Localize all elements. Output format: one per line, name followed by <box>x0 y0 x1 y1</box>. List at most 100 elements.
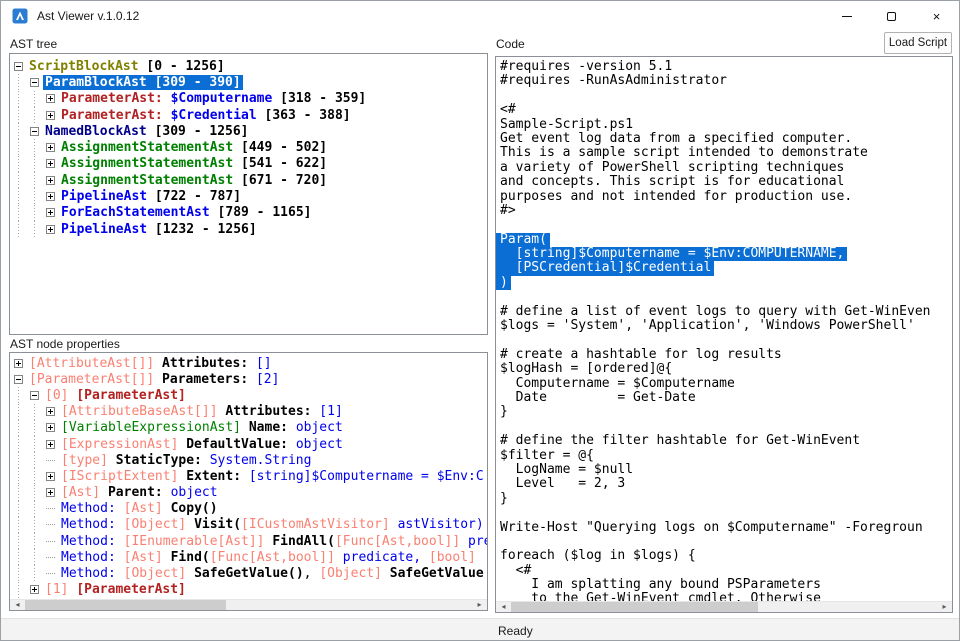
scroll-left-arrow-icon[interactable]: ◂ <box>10 600 25 610</box>
expander-minus-icon[interactable] <box>14 375 23 384</box>
code-line[interactable] <box>496 218 952 232</box>
maximize-button[interactable] <box>869 1 914 31</box>
ast-property-node-text[interactable]: Method: [IEnumerable[Ast]] FindAll([Func… <box>59 534 488 549</box>
code-line[interactable] <box>496 535 952 549</box>
ast-property-node-text[interactable]: Method: [Object] Visit([ICustomAstVisito… <box>59 517 486 532</box>
expander-plus-icon[interactable] <box>46 208 55 217</box>
expander-plus-icon[interactable] <box>46 143 55 152</box>
expander-plus-icon[interactable] <box>46 225 55 234</box>
scrollbar-thumb[interactable] <box>25 600 226 610</box>
code-line[interactable] <box>496 420 952 434</box>
code-line[interactable]: $logHash = [ordered]@{ <box>496 362 952 376</box>
code-line[interactable]: ) <box>496 276 952 290</box>
ast-property-node-text[interactable]: Method: [Ast] Find([Func[Ast,bool]] pred… <box>59 550 478 565</box>
ast-tree-node-text[interactable]: ParameterAst: $Computername [318 - 359] <box>59 91 368 106</box>
load-script-button[interactable]: Load Script <box>884 32 952 54</box>
ast-tree-node-text[interactable]: AssignmentStatementAst [671 - 720] <box>59 173 329 188</box>
code-line[interactable]: #requires -version 5.1 <box>496 60 952 74</box>
ast-property-node[interactable]: [AttributeBaseAst[]] Attributes: [1] <box>14 404 487 420</box>
ast-tree-node-text[interactable]: ParameterAst: $Credential [363 - 388] <box>59 108 353 123</box>
ast-tree-node[interactable]: ScriptBlockAst [0 - 1256] <box>14 58 487 74</box>
code-line[interactable]: Param( <box>496 233 952 247</box>
code-line[interactable]: Level = 2, 3 <box>496 477 952 491</box>
expander-minus-icon[interactable] <box>14 62 23 71</box>
expander-plus-icon[interactable] <box>46 159 55 168</box>
ast-property-node[interactable]: [IScriptExtent] Extent: [string]$Compute… <box>14 468 487 484</box>
ast-tree-node-text[interactable]: PipelineAst [1232 - 1256] <box>59 222 259 237</box>
expander-plus-icon[interactable] <box>46 407 55 416</box>
ast-property-node-text[interactable]: [VariableExpressionAst] Name: object <box>59 420 345 435</box>
ast-tree-node-text[interactable]: AssignmentStatementAst [449 - 502] <box>59 140 329 155</box>
ast-property-node[interactable]: [1] [ParameterAst] <box>14 582 487 598</box>
ast-property-node[interactable]: [ParameterAst[]] Parameters: [2] <box>14 371 487 387</box>
code-line[interactable]: <# <box>496 564 952 578</box>
expander-plus-icon[interactable] <box>30 585 39 594</box>
ast-property-node-text[interactable]: [AttributeAst[]] Attributes: [] <box>27 356 274 371</box>
code-line[interactable]: # define a list of event logs to query w… <box>496 305 952 319</box>
scrollbar-track[interactable] <box>511 602 937 612</box>
ast-tree-panel[interactable]: ScriptBlockAst [0 - 1256]ParamBlockAst [… <box>9 53 488 335</box>
ast-property-node-text[interactable]: [type] StaticType: System.String <box>59 453 313 468</box>
scroll-left-arrow-icon[interactable]: ◂ <box>496 602 511 612</box>
ast-property-node-text[interactable]: Method: [Object] SafeGetValue(), [Object… <box>59 566 486 581</box>
code-line[interactable] <box>496 89 952 103</box>
code-line[interactable]: a variety of PowerShell scripting techni… <box>496 161 952 175</box>
expander-plus-icon[interactable] <box>46 192 55 201</box>
ast-property-node[interactable]: [ExpressionAst] DefaultValue: object <box>14 436 487 452</box>
code-line[interactable]: } <box>496 405 952 419</box>
code-line[interactable] <box>496 290 952 304</box>
ast-property-node[interactable]: [type] StaticType: System.String <box>14 452 487 468</box>
code-line[interactable]: $filter = @{ <box>496 449 952 463</box>
code-line[interactable]: foreach ($log in $logs) { <box>496 549 952 563</box>
ast-tree-node[interactable]: AssignmentStatementAst [449 - 502] <box>14 139 487 155</box>
code-line[interactable] <box>496 333 952 347</box>
expander-plus-icon[interactable] <box>46 111 55 120</box>
ast-tree-node[interactable]: PipelineAst [722 - 787] <box>14 188 487 204</box>
ast-property-node[interactable]: [0] [ParameterAst] <box>14 387 487 403</box>
ast-tree-node[interactable]: ParameterAst: $Credential [363 - 388] <box>14 107 487 123</box>
ast-property-node-text[interactable]: Method: [Ast] Copy() <box>59 501 220 516</box>
expander-minus-icon[interactable] <box>30 391 39 400</box>
scroll-right-arrow-icon[interactable]: ▸ <box>937 602 952 612</box>
minimize-button[interactable] <box>824 1 869 31</box>
expander-plus-icon[interactable] <box>46 472 55 481</box>
code-line[interactable] <box>496 506 952 520</box>
code-line[interactable]: and concepts. This script is for educati… <box>496 175 952 189</box>
code-line[interactable]: Get event log data from a specified comp… <box>496 132 952 146</box>
ast-tree-node-text[interactable]: ScriptBlockAst [0 - 1256] <box>27 59 227 74</box>
code-line[interactable]: $logs = 'System', 'Application', 'Window… <box>496 319 952 333</box>
code-line[interactable]: } <box>496 492 952 506</box>
code-horizontal-scrollbar[interactable]: ◂ ▸ <box>496 601 952 612</box>
ast-tree-node-text[interactable]: ForEachStatementAst [789 - 1165] <box>59 205 313 220</box>
code-line[interactable]: <# <box>496 103 952 117</box>
code-line[interactable]: #requires -RunAsAdministrator <box>496 74 952 88</box>
ast-tree-node[interactable]: PipelineAst [1232 - 1256] <box>14 221 487 237</box>
ast-node-properties-panel[interactable]: [AttributeAst[]] Attributes: [][Paramete… <box>9 352 488 611</box>
expander-plus-icon[interactable] <box>46 423 55 432</box>
ast-property-node[interactable]: [AttributeAst[]] Attributes: [] <box>14 355 487 371</box>
properties-horizontal-scrollbar[interactable]: ◂ ▸ <box>10 599 487 610</box>
ast-property-node-text[interactable]: [0] [ParameterAst] <box>43 388 188 403</box>
code-line[interactable]: I am splatting any bound PSParameters <box>496 578 952 592</box>
ast-property-node[interactable]: Method: [IEnumerable[Ast]] FindAll([Func… <box>14 533 487 549</box>
ast-property-node-text[interactable]: [IScriptExtent] Extent: [string]$Compute… <box>59 469 486 484</box>
ast-tree-node[interactable]: ParameterAst: $Computername [318 - 359] <box>14 91 487 107</box>
ast-property-node[interactable]: Method: [Object] SafeGetValue(), [Object… <box>14 565 487 581</box>
code-line[interactable]: # create a hashtable for log results <box>496 348 952 362</box>
code-line[interactable]: Write-Host "Querying logs on $Computerna… <box>496 521 952 535</box>
ast-tree-node-text[interactable]: ParamBlockAst [309 - 390] <box>43 75 243 90</box>
ast-property-node-text[interactable]: [ParameterAst[]] Parameters: [2] <box>27 372 281 387</box>
ast-property-node[interactable]: [Ast] Parent: object <box>14 485 487 501</box>
code-line[interactable]: This is a sample script intended to demo… <box>496 146 952 160</box>
scrollbar-track[interactable] <box>25 600 472 610</box>
ast-tree-node[interactable]: ParamBlockAst [309 - 390] <box>14 74 487 90</box>
ast-tree-node[interactable]: ForEachStatementAst [789 - 1165] <box>14 205 487 221</box>
expander-plus-icon[interactable] <box>14 359 23 368</box>
ast-property-node[interactable]: Method: [Ast] Copy() <box>14 501 487 517</box>
expander-plus-icon[interactable] <box>46 488 55 497</box>
code-line[interactable]: Computername = $Computername <box>496 377 952 391</box>
expander-plus-icon[interactable] <box>46 440 55 449</box>
expander-plus-icon[interactable] <box>46 176 55 185</box>
expander-minus-icon[interactable] <box>30 78 39 87</box>
code-line[interactable]: [string]$Computername = $Env:COMPUTERNAM… <box>496 247 952 261</box>
